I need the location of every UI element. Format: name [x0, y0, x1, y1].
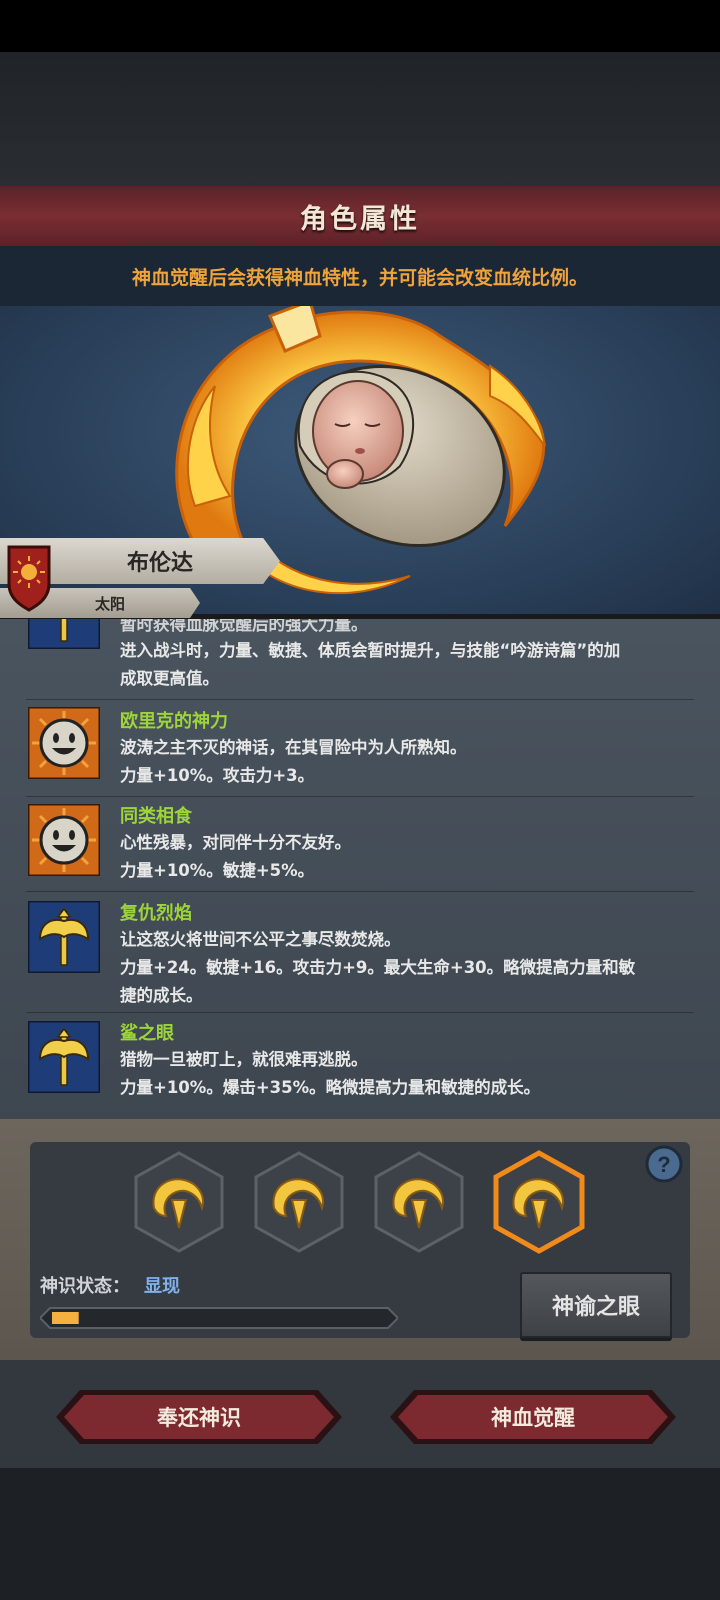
return-divine-button[interactable]: 奉还神识	[56, 1388, 342, 1446]
svg-text:?: ?	[657, 1152, 670, 1177]
golden-axe-icon	[28, 1021, 100, 1093]
trait-desc: 猎物一旦被盯上，就很难再逃脱。	[120, 1050, 368, 1069]
divider	[26, 891, 694, 892]
trait-stats: 捷的成长。	[120, 986, 203, 1005]
status-bar	[0, 0, 720, 52]
divider	[26, 699, 694, 700]
divider	[26, 796, 694, 797]
bottom-backdrop	[0, 1468, 720, 1600]
trait-name: 同类相食	[120, 806, 192, 827]
return-divine-label: 奉还神识	[157, 1406, 241, 1430]
trait-stats: 力量+10%。攻击力+3。	[120, 766, 315, 785]
trait-name: 欧里克的神力	[120, 711, 228, 732]
golden-axe-icon	[28, 619, 100, 649]
trait-list[interactable]: 暂时获得血脉觉醒后的强大力量。 进入战斗时，力量、敏捷、体质会暂时提升，与技能“…	[0, 619, 720, 1119]
trait-desc: 进入战斗时，力量、敏捷、体质会暂时提升，与技能“吟游诗篇”的加	[120, 641, 621, 660]
oracle-eye-label: 神谕之眼	[551, 1295, 640, 1320]
notice-text: 神血觉醒后会获得神血特性，并可能会改变血统比例。	[131, 266, 588, 289]
blood-awaken-label: 神血觉醒	[491, 1406, 575, 1430]
divine-status-label: 神识状态：	[40, 1276, 130, 1297]
golden-axe-icon	[28, 901, 100, 973]
trait-desc: 波涛之主不灭的神话，在其冒险中为人所熟知。	[120, 738, 467, 757]
trait-stats: 力量+24。敏捷+16。攻击力+9。最大生命+30。略微提高力量和敏	[120, 958, 636, 977]
divine-status-value: 显现	[144, 1276, 180, 1297]
notice-bar: 神血觉醒后会获得神血特性，并可能会改变血统比例。	[0, 246, 720, 306]
character-name: 布伦达	[126, 551, 193, 576]
question-mark-icon[interactable]: ?	[644, 1144, 684, 1184]
trait-name: 复仇烈焰	[120, 903, 192, 924]
divine-slot-3[interactable]	[372, 1150, 466, 1254]
divine-slot-1[interactable]	[132, 1150, 226, 1254]
trait-stats: 力量+10%。敏捷+5%。	[120, 861, 315, 880]
top-backdrop	[0, 52, 720, 186]
divider	[26, 1012, 694, 1013]
trait-name: 鲨之眼	[120, 1023, 174, 1044]
oracle-eye-button[interactable]: 神谕之眼	[520, 1272, 672, 1338]
page-title: 角色属性	[300, 203, 420, 235]
trait-desc-cut: 暂时获得血脉觉醒后的强大力量。	[120, 619, 368, 634]
progress-fill	[52, 1312, 79, 1324]
sun-shield-icon	[7, 545, 51, 612]
smiling-face-icon	[28, 804, 100, 876]
divine-slot-4-selected[interactable]	[492, 1150, 586, 1254]
divine-progress-bar	[40, 1307, 398, 1329]
trait-stats: 力量+10%。爆击+35%。略微提高力量和敏捷的成长。	[120, 1078, 541, 1097]
trait-desc: 心性残暴，对同伴十分不友好。	[120, 833, 351, 852]
title-bar: 角色属性	[0, 186, 720, 248]
trait-desc: 让这怒火将世间不公平之事尽数焚烧。	[120, 930, 401, 949]
divine-slot-2[interactable]	[252, 1150, 346, 1254]
character-deity: 太阳	[94, 594, 125, 613]
blood-awaken-button[interactable]: 神血觉醒	[390, 1388, 676, 1446]
smiling-face-icon	[28, 707, 100, 779]
trait-desc: 成取更高值。	[120, 669, 219, 688]
